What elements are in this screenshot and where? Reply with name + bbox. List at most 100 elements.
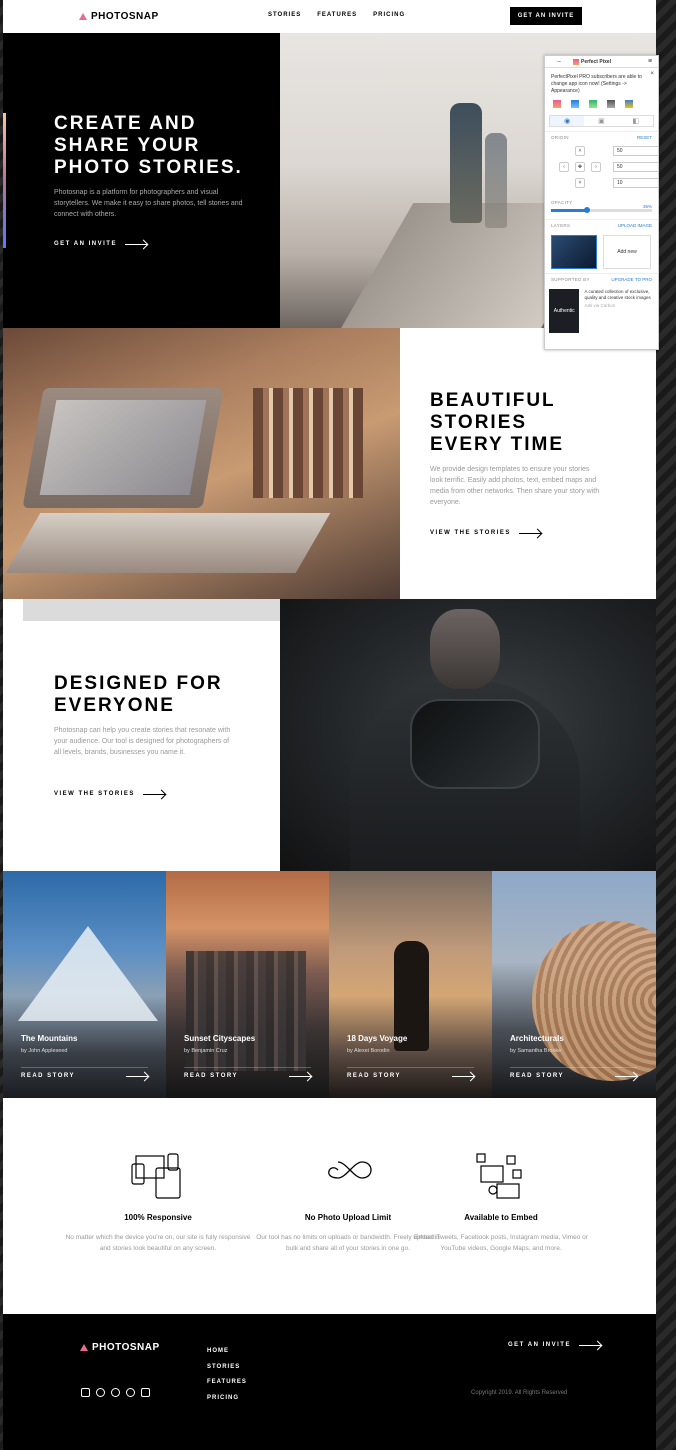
get-invite-button[interactable]: GET AN INVITE [510,7,582,25]
layers-toggle-icon[interactable]: ◧ [619,116,653,126]
footer-logo[interactable]: PHOTOSNAP [80,1342,160,1353]
nav-pricing[interactable]: PRICING [373,12,405,18]
laptop-image [3,328,400,599]
close-icon[interactable]: × [650,71,654,78]
pp-add-new-button[interactable]: Add new [603,235,651,269]
footer-nav-features[interactable]: FEATURES [207,1375,247,1391]
hamburger-menu-icon[interactable]: ≡ [648,58,658,65]
hero-text-panel: CREATE AND SHARE YOUR PHOTO STORIES. Pho… [3,33,280,328]
view-stories-link-2[interactable]: VIEW THE STORIES [54,791,165,797]
footer-nav-pricing[interactable]: PRICING [207,1391,247,1407]
swatch-green-icon[interactable] [589,100,597,108]
camera-operator-image [280,599,656,871]
feature-title: Available to Embed [464,1213,538,1222]
pinterest-icon[interactable] [126,1388,135,1397]
read-story-link[interactable]: READ STORY [347,1073,474,1079]
hero-text: Photosnap is a platform for photographer… [54,189,243,218]
read-story-label: READ STORY [347,1073,402,1079]
read-story-link[interactable]: READ STORY [21,1073,148,1079]
site-logo[interactable]: PHOTOSNAP [79,11,159,22]
hero-title: CREATE AND SHARE YOUR PHOTO STORIES. [54,113,243,178]
chevron-left-icon[interactable]: ‹ [559,162,569,172]
divider [510,1067,637,1068]
pp-upload-link[interactable]: UPLOAD IMAGE [618,223,652,228]
pp-layers-section: LAYERS UPLOAD IMAGE [545,219,658,231]
feature-responsive: 100% Responsive No matter which the devi… [63,1150,253,1254]
story-title: 18 Days Voyage [347,1034,408,1043]
arrow-right-icon [126,1075,148,1077]
logo-text: PHOTOSNAP [92,1342,160,1353]
instagram-icon[interactable] [141,1388,150,1397]
view-stories-link[interactable]: VIEW THE STORIES [430,530,541,536]
feature-text: No matter which the device you're on, ou… [65,1234,251,1252]
pp-ad-text: A curated collection of exclusive, quali… [584,289,651,300]
swatch-multi-icon[interactable] [625,100,633,108]
arrow-right-icon [452,1075,474,1077]
swatch-pink-icon[interactable] [553,100,561,108]
accent-bar [3,113,6,248]
pp-mode-tabs: ◉ ▣ ◧ [549,115,654,127]
youtube-icon[interactable] [96,1388,105,1397]
read-story-label: READ STORY [184,1073,239,1079]
read-story-link[interactable]: READ STORY [184,1073,311,1079]
arrow-right-icon [289,1075,311,1077]
pp-layers-list: Add new [545,231,658,273]
pp-logo-icon [573,58,579,65]
hero-cta[interactable]: GET AN INVITE [54,241,147,247]
facebook-icon[interactable] [81,1388,90,1397]
pp-title: Perfect Pixel [573,58,648,65]
nav-features[interactable]: FEATURES [317,12,357,18]
pp-ad-image[interactable]: Authentic [549,289,580,333]
pp-header: – Perfect Pixel ≡ [545,56,658,68]
stories-text: We provide design templates to ensure yo… [430,466,600,506]
pp-x-input[interactable]: 50 [613,146,659,156]
twitter-icon[interactable] [111,1388,120,1397]
chevron-down-icon[interactable]: ˅ [575,178,585,188]
feature-title: 100% Responsive [124,1213,192,1222]
logo-triangle-icon [80,1344,88,1351]
eye-icon[interactable]: ◉ [550,116,585,126]
logo-triangle-icon [79,13,87,20]
chevron-right-icon[interactable]: › [591,162,601,172]
read-story-label: READ STORY [510,1073,565,1079]
move-icon[interactable]: ✥ [575,162,585,172]
story-card-architecturals[interactable]: Architecturals by Samantha Brooke READ S… [492,871,656,1098]
arrow-right-icon [578,1344,601,1346]
responsive-devices-icon [131,1153,181,1199]
nav-stories[interactable]: STORIES [268,12,301,18]
pp-slider-fill [551,209,587,212]
footer-nav-home[interactable]: HOME [207,1344,247,1360]
pp-z-input[interactable]: 10 [613,178,659,188]
story-card-voyage[interactable]: 18 Days Voyage by Alexei Borodin READ ST… [329,871,492,1098]
arrow-right-icon [615,1075,637,1077]
pp-ad[interactable]: Authentic A curated collection of exclus… [545,285,658,337]
swatch-gray-icon[interactable] [607,100,615,108]
feature-text: Embed Tweets, Facebook posts, Instagram … [414,1234,588,1252]
story-author: by Alexei Borodin [347,1048,390,1054]
pp-opacity-label: OPACITY [551,200,573,205]
divider [184,1067,311,1068]
pp-minimize-button[interactable]: – [545,59,573,65]
laptop-screen [39,400,207,495]
story-card-cityscapes[interactable]: Sunset Cityscapes by Benjamin Cruz READ … [166,871,329,1098]
infinity-icon [328,1161,372,1179]
footer-get-invite-link[interactable]: GET AN INVITE [508,1342,601,1348]
mountain-shape [18,926,158,1021]
camera-shape [410,699,540,789]
lock-icon[interactable]: ▣ [584,116,618,126]
pp-y-input[interactable]: 50 [613,162,659,172]
swatch-blue-icon[interactable] [571,100,579,108]
story-card-mountains[interactable]: The Mountains by John Appleseed READ STO… [3,871,166,1098]
pp-upgrade-link[interactable]: UPGRADE TO PRO [611,277,652,282]
pp-slider-knob[interactable] [584,207,591,213]
chevron-up-icon[interactable]: ˄ [575,146,585,156]
story-title: The Mountains [21,1034,78,1043]
arrow-right-icon [518,532,541,534]
copyright: Copyright 2019. All Rights Reserved [471,1390,568,1396]
story-title: Sunset Cityscapes [184,1034,256,1043]
pp-ad-text-block: A curated collection of exclusive, quali… [584,289,654,333]
pp-layer-thumbnail[interactable] [551,235,597,269]
pp-opacity-slider[interactable] [551,207,652,213]
footer-nav-stories[interactable]: STORIES [207,1360,247,1376]
read-story-link[interactable]: READ STORY [510,1073,637,1079]
